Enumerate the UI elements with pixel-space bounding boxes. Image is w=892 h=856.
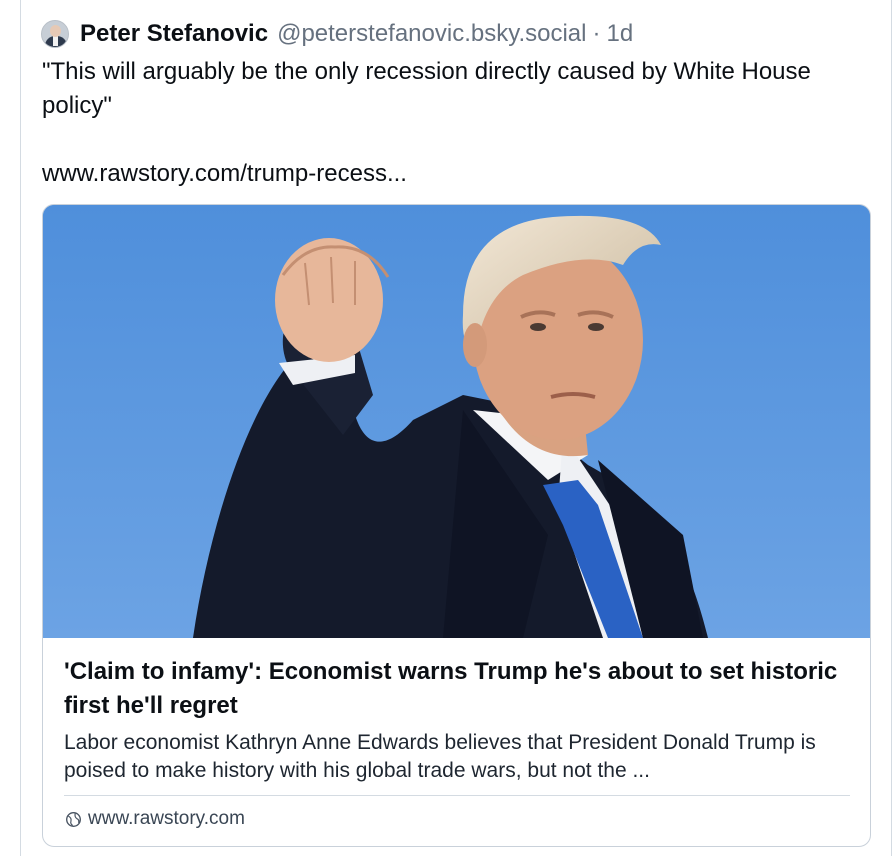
card-description: Labor economist Kathryn Anne Edwards bel…: [64, 731, 816, 782]
card-title[interactable]: 'Claim to infamy': Economist warns Trump…: [64, 655, 844, 723]
card-image[interactable]: [43, 205, 870, 638]
avatar[interactable]: [41, 20, 69, 48]
post-link[interactable]: www.rawstory.com/trump-recess...: [42, 157, 862, 191]
post-header: Peter Stefanovic @peterstefanovic.bsky.s…: [41, 18, 633, 50]
author-name[interactable]: Peter Stefanovic: [80, 20, 268, 48]
post-container[interactable]: Peter Stefanovic @peterstefanovic.bsky.s…: [20, 0, 892, 856]
globe-icon: [66, 811, 81, 827]
post-text: "This will arguably be the only recessio…: [42, 55, 862, 191]
card-domain[interactable]: www.rawstory.com: [88, 808, 245, 830]
separator-dot: ·: [592, 20, 601, 47]
author-handle[interactable]: @peterstefanovic.bsky.social: [277, 20, 586, 48]
post-quote: "This will arguably be the only recessio…: [42, 58, 811, 119]
link-preview-card[interactable]: 'Claim to infamy': Economist warns Trump…: [42, 204, 871, 847]
card-divider: [64, 795, 850, 796]
card-footer: www.rawstory.com: [65, 807, 245, 831]
post-timestamp[interactable]: 1d: [606, 20, 633, 48]
news-photo: [43, 205, 870, 638]
